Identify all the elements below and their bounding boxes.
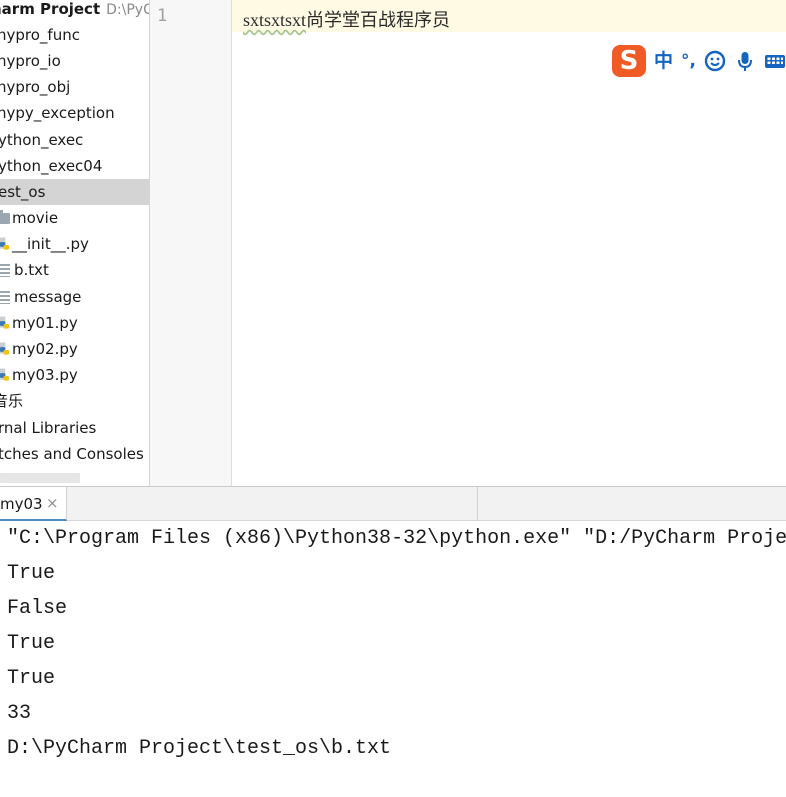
microphone-icon[interactable] bbox=[734, 50, 756, 72]
console-output-line: 33 bbox=[7, 702, 32, 725]
tree-item-my03-py[interactable]: my03.py bbox=[0, 362, 78, 388]
tree-item-music[interactable]: 音乐 bbox=[0, 388, 23, 414]
python-file-icon bbox=[0, 316, 10, 329]
project-title: harm Project bbox=[0, 0, 101, 18]
tree-item-mypy-exception[interactable]: nypy_exception bbox=[0, 100, 115, 126]
tree-item-init-py[interactable]: __init__.py bbox=[0, 231, 89, 257]
tree-item-b-txt[interactable]: b.txt bbox=[0, 257, 49, 283]
text-file-icon bbox=[0, 264, 10, 277]
tree-item-mypro-func[interactable]: nypro_func bbox=[0, 22, 80, 48]
tree-item-python-exec[interactable]: ython_exec bbox=[0, 127, 83, 153]
console-output-line: True bbox=[7, 632, 56, 655]
tree-item-message[interactable]: message bbox=[0, 284, 81, 310]
tree-item-label: rnal Libraries bbox=[0, 419, 97, 437]
run-tab-label: my03 bbox=[0, 495, 43, 513]
emoji-icon[interactable] bbox=[704, 50, 726, 72]
console-output-line: D:\PyCharm Project\test_os\b.txt bbox=[7, 737, 392, 760]
project-tree: harm ProjectD:\PyCh nypro_func nypro_io … bbox=[0, 0, 150, 486]
code-text: 尚学堂百战程序员 bbox=[306, 10, 451, 30]
console-output-line: True bbox=[7, 562, 56, 585]
tree-item-movie[interactable]: movie bbox=[0, 205, 58, 231]
tree-item-label: nypro_io bbox=[0, 52, 61, 70]
tree-item-label: ython_exec bbox=[0, 131, 84, 149]
tree-item-label: nypro_obj bbox=[0, 78, 71, 96]
python-file-icon bbox=[0, 368, 10, 381]
project-path: D:\PyCh bbox=[106, 2, 149, 18]
tree-item-label: b.txt bbox=[14, 261, 49, 279]
editor-gutter bbox=[150, 0, 232, 486]
sogou-logo-icon[interactable]: S bbox=[612, 45, 646, 77]
python-file-icon bbox=[0, 342, 10, 355]
editor-code-line[interactable]: sxtsxtsxt尚学堂百战程序员 bbox=[243, 6, 450, 32]
console-command-line: "C:\Program Files (x86)\Python38-32\pyth… bbox=[7, 527, 786, 550]
tree-item-label: 音乐 bbox=[0, 392, 24, 410]
keyboard-icon[interactable] bbox=[764, 50, 786, 72]
ime-toolbar: S 中 °, bbox=[612, 44, 786, 78]
tree-item-label: tches and Consoles bbox=[0, 445, 144, 463]
tree-item-my01-py[interactable]: my01.py bbox=[0, 310, 78, 336]
tree-item-label: my02.py bbox=[12, 340, 78, 358]
tree-item-test-os[interactable]: est_os bbox=[0, 179, 149, 205]
tree-item-external-libraries[interactable]: rnal Libraries bbox=[0, 415, 96, 441]
tree-item-mypro-obj[interactable]: nypro_obj bbox=[0, 74, 70, 100]
text-file-icon bbox=[0, 291, 10, 304]
console-output-line: True bbox=[7, 667, 56, 690]
folder-icon bbox=[0, 210, 10, 224]
run-tab-my03[interactable]: my03 × bbox=[0, 487, 67, 521]
console-output-line: False bbox=[7, 597, 68, 620]
tree-item-label: __init__.py bbox=[12, 235, 89, 253]
ime-punctuation-toggle[interactable]: °, bbox=[681, 44, 696, 78]
line-number: 1 bbox=[157, 6, 168, 26]
tree-item-scratches-consoles[interactable]: tches and Consoles bbox=[0, 441, 144, 467]
tree-item-label: message bbox=[14, 288, 82, 306]
code-spellcheck-word: sxtsxtsxt bbox=[243, 10, 307, 30]
tree-item-mypro-io[interactable]: nypro_io bbox=[0, 48, 61, 74]
tree-item-label: my03.py bbox=[12, 366, 78, 384]
tree-item-python-exec04[interactable]: ython_exec04 bbox=[0, 153, 102, 179]
tree-item-label: nypy_exception bbox=[0, 104, 115, 122]
run-tool-window-tabbar: my03 × bbox=[0, 486, 786, 521]
project-header[interactable]: harm Project D:\PyCh bbox=[0, 0, 149, 22]
python-file-icon bbox=[0, 237, 10, 250]
ime-mode-toggle[interactable]: 中 bbox=[654, 44, 673, 78]
tree-item-label: movie bbox=[12, 209, 59, 227]
tree-item-my02-py[interactable]: my02.py bbox=[0, 336, 78, 362]
tree-item-label: nypro_func bbox=[0, 26, 80, 44]
tree-item-label: est_os bbox=[0, 183, 46, 201]
run-console-output[interactable]: "C:\Program Files (x86)\Python38-32\pyth… bbox=[0, 521, 786, 797]
sidebar-scrollbar[interactable] bbox=[0, 473, 80, 483]
tree-item-label: my01.py bbox=[12, 314, 78, 332]
tree-item-label: ython_exec04 bbox=[0, 157, 103, 175]
tabbar-divider bbox=[477, 487, 478, 521]
close-icon[interactable]: × bbox=[46, 494, 59, 512]
